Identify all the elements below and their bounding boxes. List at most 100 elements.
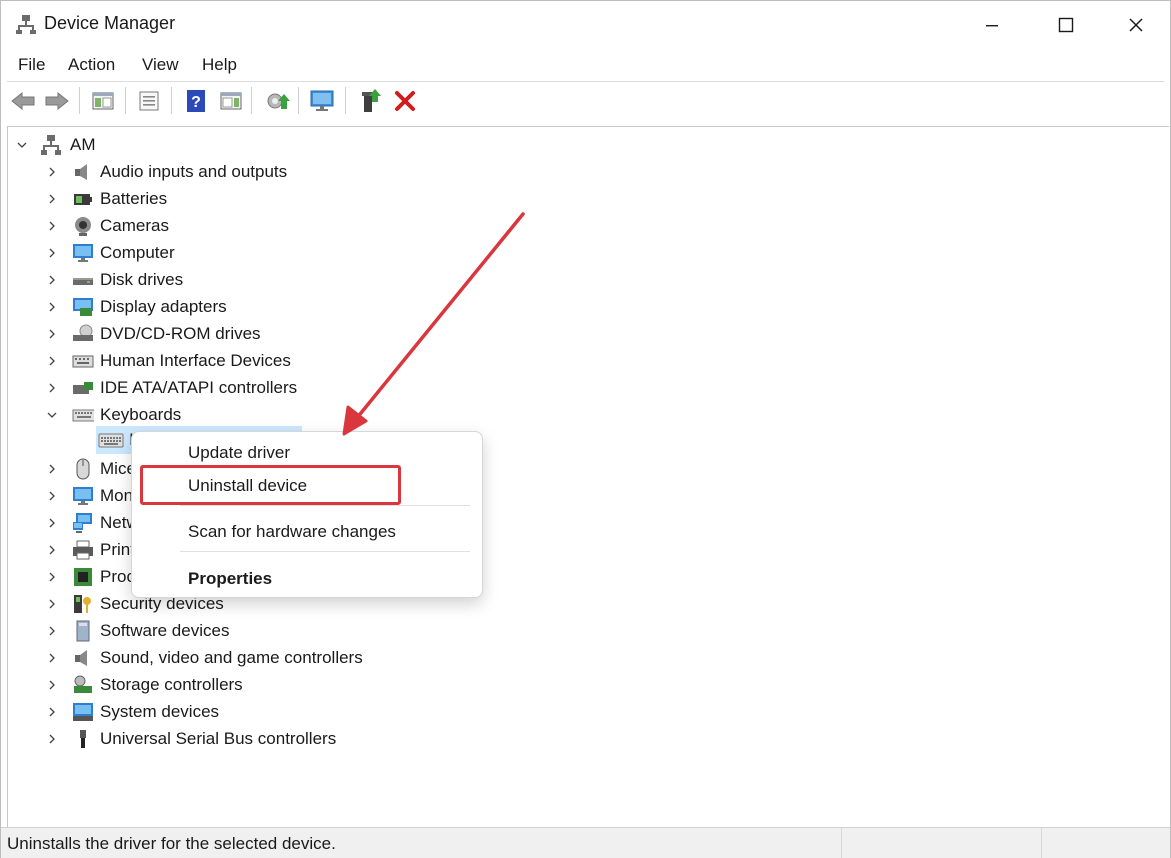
chevron-right-icon[interactable] xyxy=(46,517,58,529)
toolbar-separator xyxy=(171,87,172,114)
chevron-right-icon[interactable] xyxy=(46,598,58,610)
camera-icon xyxy=(72,215,94,237)
tree-category-keyboards[interactable]: Keyboards xyxy=(46,401,181,428)
hid-icon xyxy=(72,350,94,372)
tree-category-disk-drives[interactable]: Disk drives xyxy=(46,266,183,293)
battery-icon xyxy=(72,188,94,210)
tree-category-label: Print xyxy=(100,539,135,559)
tree-category-human-interface-devices[interactable]: Human Interface Devices xyxy=(46,347,291,374)
tree-category-mice[interactable]: Mice xyxy=(46,455,136,482)
toolbar-separator xyxy=(79,87,80,114)
chevron-down-icon[interactable] xyxy=(16,139,28,151)
back-button[interactable] xyxy=(9,87,37,115)
tree-category-audio-inputs-and-outputs[interactable]: Audio inputs and outputs xyxy=(46,158,287,185)
menu-scan-hardware[interactable]: Scan for hardware changes xyxy=(188,522,396,542)
menu-help[interactable]: Help xyxy=(202,55,237,75)
chevron-right-icon[interactable] xyxy=(46,355,58,367)
storage-controller-icon xyxy=(72,674,94,696)
update-driver-icon xyxy=(267,93,290,109)
chevron-right-icon[interactable] xyxy=(46,733,58,745)
tree-category-dvd-cd-rom-drives[interactable]: DVD/CD-ROM drives xyxy=(46,320,261,347)
chevron-right-icon[interactable] xyxy=(46,625,58,637)
tree-category-system-devices[interactable]: System devices xyxy=(46,698,219,725)
show-hide-tree-icon xyxy=(92,92,114,110)
forward-button[interactable] xyxy=(43,87,71,115)
computer-network-icon xyxy=(40,134,62,156)
menu-file[interactable]: File xyxy=(18,55,45,75)
chevron-right-icon[interactable] xyxy=(46,220,58,232)
menu-properties[interactable]: Properties xyxy=(188,569,272,589)
tree-category-proc[interactable]: Proc xyxy=(46,563,135,590)
tree-category-ide-ata-atapi-controllers[interactable]: IDE ATA/ATAPI controllers xyxy=(46,374,297,401)
tree-category-label: Keyboards xyxy=(100,404,182,424)
dvd-drive-icon xyxy=(72,323,94,345)
software-device-icon xyxy=(72,620,94,642)
chevron-right-icon[interactable] xyxy=(46,706,58,718)
properties-button[interactable] xyxy=(135,87,163,115)
mouse-icon xyxy=(72,458,94,480)
chevron-right-icon[interactable] xyxy=(46,193,58,205)
tree-category-display-adapters[interactable]: Display adapters xyxy=(46,293,227,320)
tree-category-universal-serial-bus-controllers[interactable]: Universal Serial Bus controllers xyxy=(46,725,336,752)
menu-divider xyxy=(7,81,1164,82)
action-pane-button[interactable] xyxy=(217,87,245,115)
help-button[interactable]: ? xyxy=(182,87,210,115)
tree-category-netw[interactable]: Netw xyxy=(46,509,139,536)
menu-update-driver[interactable]: Update driver xyxy=(188,443,290,463)
chevron-right-icon[interactable] xyxy=(46,301,58,313)
show-hide-console-tree-button[interactable] xyxy=(89,87,117,115)
uninstall-device-button[interactable] xyxy=(391,87,419,115)
back-arrow-icon xyxy=(11,91,35,111)
tree-category-label: Human Interface Devices xyxy=(100,350,291,370)
close-button[interactable] xyxy=(1101,1,1171,49)
tree-category-label: Storage controllers xyxy=(100,674,243,694)
tree-category-storage-controllers[interactable]: Storage controllers xyxy=(46,671,243,698)
status-text: Uninstalls the driver for the selected d… xyxy=(7,834,336,853)
tree-root-label: AM xyxy=(70,134,96,154)
maximize-button[interactable] xyxy=(1031,1,1101,49)
network-icon xyxy=(72,512,94,534)
tree-category-label: IDE ATA/ATAPI controllers xyxy=(100,377,298,397)
tree-category-label: Disk drives xyxy=(100,269,184,289)
scan-hardware-button[interactable] xyxy=(309,87,337,115)
chevron-right-icon[interactable] xyxy=(46,247,58,259)
chevron-right-icon[interactable] xyxy=(46,679,58,691)
enable-device-button[interactable] xyxy=(357,87,385,115)
update-driver-button[interactable] xyxy=(263,87,291,115)
chevron-right-icon[interactable] xyxy=(46,166,58,178)
title-bar: Device Manager xyxy=(1,1,1170,49)
tree-category-computer[interactable]: Computer xyxy=(46,239,175,266)
tree-category-batteries[interactable]: Batteries xyxy=(46,185,167,212)
tree-category-cameras[interactable]: Cameras xyxy=(46,212,169,239)
uninstall-device-icon xyxy=(395,91,415,111)
chevron-right-icon[interactable] xyxy=(46,382,58,394)
scan-hardware-icon xyxy=(310,90,334,111)
toolbar-separator xyxy=(251,87,252,114)
chevron-right-icon[interactable] xyxy=(46,274,58,286)
tree-category-label: Computer xyxy=(100,242,175,262)
chevron-right-icon[interactable] xyxy=(46,544,58,556)
uninstall-highlight-box xyxy=(140,465,401,505)
tree-root[interactable]: AM xyxy=(16,131,96,158)
tree-category-mon[interactable]: Mon xyxy=(46,482,133,509)
chevron-right-icon[interactable] xyxy=(46,328,58,340)
tree-category-label: Proc xyxy=(100,566,135,586)
chevron-down-icon[interactable] xyxy=(46,409,58,421)
monitor-icon xyxy=(72,242,94,264)
chevron-right-icon[interactable] xyxy=(46,571,58,583)
minimize-button[interactable] xyxy=(957,1,1027,49)
menu-view[interactable]: View xyxy=(142,55,179,75)
chevron-right-icon[interactable] xyxy=(46,490,58,502)
enable-device-icon xyxy=(362,89,381,112)
chevron-right-icon[interactable] xyxy=(46,652,58,664)
disk-drive-icon xyxy=(72,269,94,291)
tree-category-print[interactable]: Print xyxy=(46,536,135,563)
tree-category-label: Batteries xyxy=(100,188,168,208)
toolbar-separator xyxy=(345,87,346,114)
tree-category-software-devices[interactable]: Software devices xyxy=(46,617,229,644)
menu-action[interactable]: Action xyxy=(68,55,115,75)
tree-category-sound-video-and-game-controllers[interactable]: Sound, video and game controllers xyxy=(46,644,363,671)
forward-arrow-icon xyxy=(45,91,69,111)
context-menu: Update driver Uninstall device Scan for … xyxy=(131,431,483,598)
chevron-right-icon[interactable] xyxy=(46,463,58,475)
